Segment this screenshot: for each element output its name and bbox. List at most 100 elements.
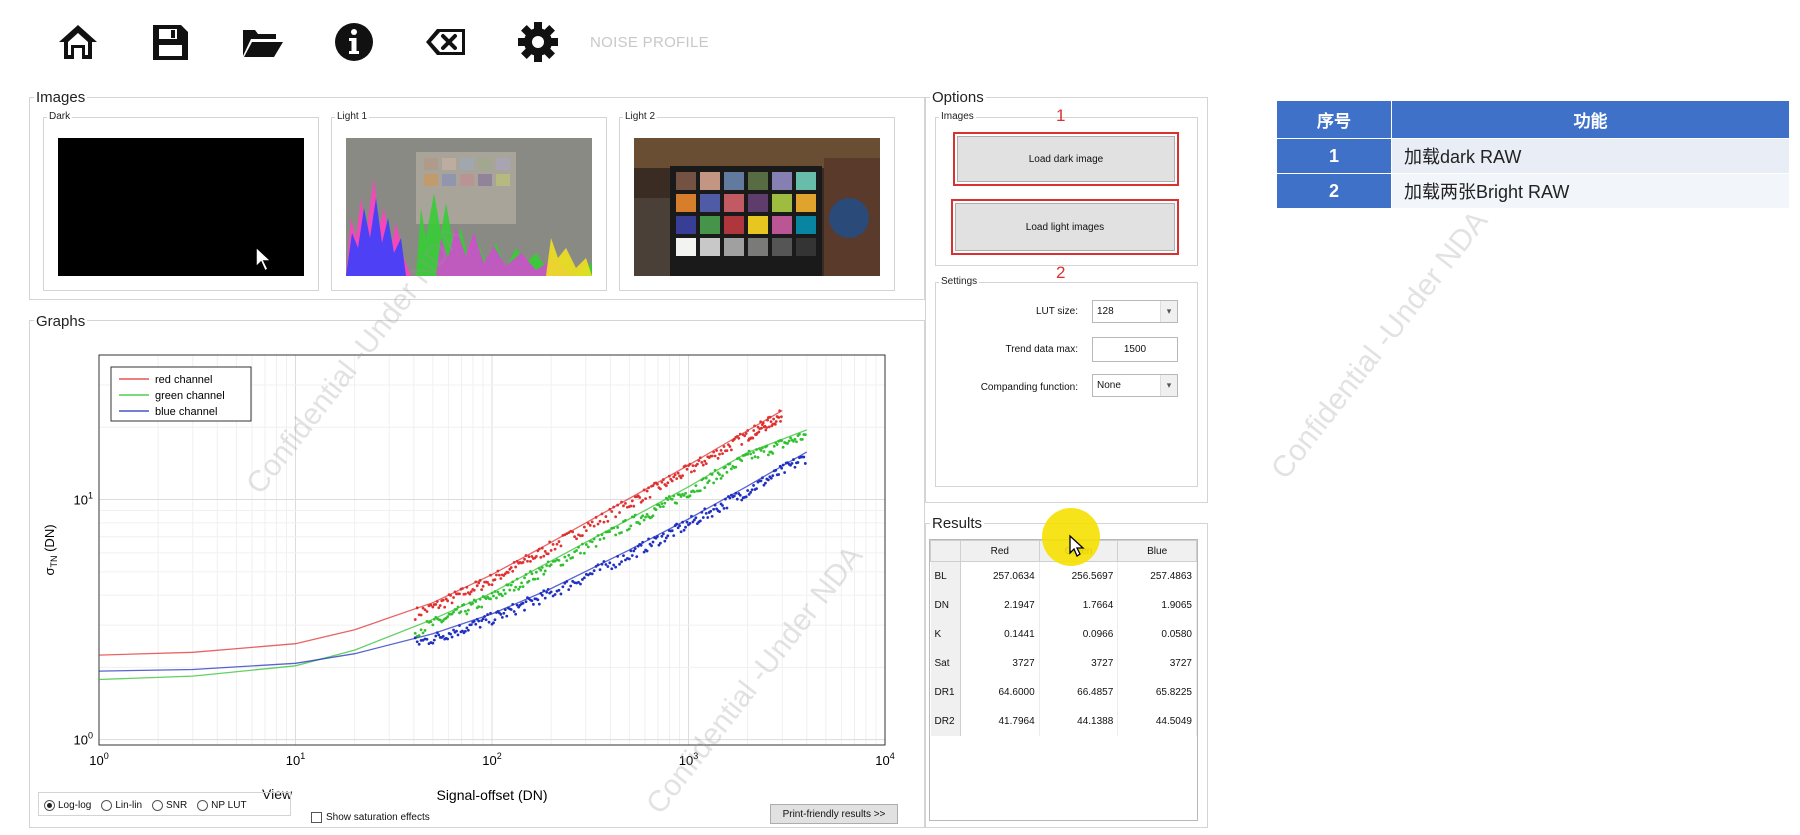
- data-point: [712, 481, 716, 485]
- data-point: [635, 555, 639, 559]
- view-option-nplut[interactable]: NP LUT: [197, 800, 247, 811]
- data-point: [456, 633, 460, 637]
- data-point: [546, 552, 550, 556]
- data-point: [735, 497, 739, 501]
- legend-label: green channel: [155, 390, 225, 402]
- data-point: [423, 629, 427, 632]
- data-point: [537, 602, 541, 606]
- results-table: Red Green Blue BL257.0634256.5697257.486…: [930, 540, 1197, 736]
- data-point: [553, 593, 557, 596]
- data-point: [700, 461, 704, 464]
- data-point: [425, 610, 429, 613]
- view-option-loglog[interactable]: Log-log: [44, 800, 91, 811]
- data-point: [557, 540, 561, 543]
- data-point: [584, 543, 588, 546]
- save-icon: [153, 25, 188, 60]
- data-point: [682, 528, 686, 532]
- data-point: [751, 436, 755, 440]
- data-point: [517, 587, 521, 591]
- table-cell: 257.4863: [1117, 561, 1197, 591]
- table-cell: 256.5697: [1039, 561, 1119, 591]
- data-point: [772, 444, 776, 448]
- data-point: [434, 634, 438, 638]
- settings-button[interactable]: [514, 18, 562, 66]
- legend-label: blue channel: [155, 406, 217, 418]
- chevron-down-icon: ▾: [1160, 301, 1177, 322]
- data-point: [675, 501, 679, 505]
- data-point: [779, 415, 783, 419]
- save-button[interactable]: [146, 18, 194, 66]
- results-col-red[interactable]: Red: [960, 540, 1040, 562]
- data-point: [719, 476, 723, 480]
- data-point: [800, 437, 804, 441]
- gear-icon: [518, 22, 558, 62]
- data-point: [772, 417, 776, 421]
- data-point: [750, 456, 754, 460]
- data-point: [765, 426, 769, 429]
- data-point: [458, 592, 461, 596]
- data-point: [663, 539, 667, 543]
- mouse-cursor-icon: [1069, 534, 1085, 557]
- data-point: [690, 470, 693, 474]
- data-point: [644, 515, 648, 519]
- data-point: [569, 584, 573, 588]
- trend-data-max-input[interactable]: 1500: [1092, 337, 1178, 362]
- load-dark-image-button[interactable]: Load dark image: [957, 136, 1175, 182]
- data-point: [518, 585, 522, 589]
- data-point: [632, 549, 636, 553]
- data-point: [602, 536, 606, 540]
- folder-open-icon: [243, 30, 283, 57]
- data-point: [468, 592, 472, 596]
- row-header: DR2: [930, 706, 961, 736]
- data-point: [466, 608, 470, 612]
- data-point: [551, 542, 555, 546]
- data-point: [417, 642, 421, 646]
- show-saturation-checkbox[interactable]: Show saturation effects: [311, 812, 430, 823]
- open-folder-button[interactable]: [238, 18, 286, 66]
- data-point: [475, 584, 479, 588]
- row-header: BL: [930, 561, 961, 591]
- data-point: [594, 544, 598, 548]
- y-tick-label: 100: [74, 731, 93, 748]
- print-friendly-button[interactable]: Print-friendly results >>: [770, 804, 898, 824]
- results-col-blue[interactable]: Blue: [1117, 540, 1197, 562]
- data-point: [549, 549, 553, 552]
- view-option-snr[interactable]: SNR: [152, 800, 187, 811]
- data-point: [630, 554, 634, 557]
- data-point: [523, 608, 526, 612]
- view-option-linlin[interactable]: Lin-lin: [101, 800, 142, 811]
- data-point: [756, 456, 760, 459]
- data-point: [783, 471, 787, 474]
- clear-button[interactable]: [422, 18, 470, 66]
- data-point: [606, 565, 610, 568]
- data-point: [694, 484, 698, 488]
- load-light-images-button[interactable]: Load light images: [955, 203, 1175, 251]
- data-point: [521, 601, 525, 605]
- data-point: [769, 420, 773, 424]
- data-point: [431, 605, 435, 609]
- row-header: DR1: [930, 677, 961, 707]
- data-point: [710, 454, 714, 458]
- light1-image-preview: [346, 138, 592, 276]
- data-point: [502, 588, 506, 592]
- table-cell: 41.7964: [960, 706, 1040, 736]
- lut-size-select[interactable]: 128 ▾: [1092, 300, 1178, 323]
- data-point: [492, 621, 495, 625]
- data-point: [718, 452, 721, 456]
- annotation-1: 1: [1056, 106, 1066, 125]
- data-point: [721, 452, 724, 455]
- info-button[interactable]: [330, 18, 378, 66]
- annotation-2: 2: [1056, 263, 1066, 282]
- data-point: [753, 455, 757, 459]
- companding-function-select[interactable]: None ▾: [1092, 374, 1178, 397]
- data-point: [764, 428, 768, 432]
- app-title: NOISE PROFILE: [590, 34, 709, 51]
- data-point: [688, 521, 692, 525]
- data-point: [666, 481, 670, 485]
- data-point: [523, 576, 526, 580]
- data-point: [598, 538, 602, 541]
- home-button[interactable]: [54, 18, 102, 66]
- data-point: [493, 578, 497, 582]
- radio-dot: [44, 800, 55, 811]
- table-cell: 3727: [1039, 648, 1119, 678]
